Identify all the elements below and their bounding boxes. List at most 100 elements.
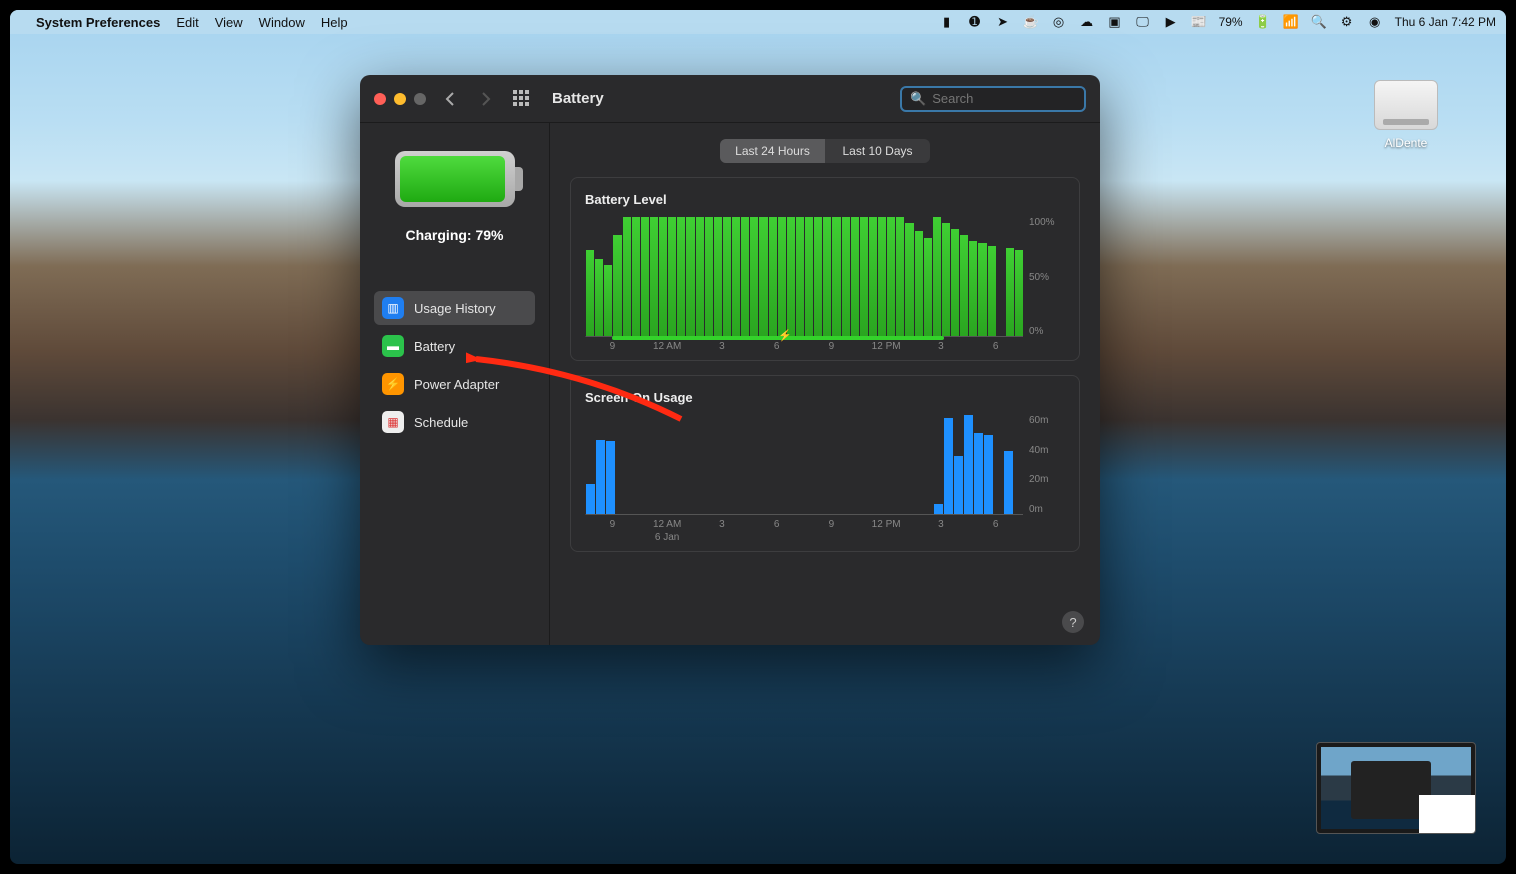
- wifi-icon[interactable]: 📶: [1283, 14, 1299, 30]
- forward-button: [474, 87, 498, 111]
- system-preferences-window: Battery 🔍 Charging: 79% ▥ Usage History: [360, 75, 1100, 645]
- minimize-window-button[interactable]: [394, 93, 406, 105]
- desktop-volume-icon[interactable]: AlDente: [1366, 80, 1446, 150]
- chart-bar: [951, 229, 959, 336]
- chart-bar: [769, 217, 777, 336]
- desktop-wallpaper: System Preferences Edit View Window Help…: [10, 10, 1506, 864]
- chart-bar: [832, 217, 840, 336]
- x-axis-tick: 9: [585, 519, 640, 543]
- y-axis-tick: 40m: [1029, 445, 1065, 456]
- battery-percent-label: 79%: [1219, 15, 1243, 29]
- y-axis-tick: 0%: [1029, 326, 1065, 337]
- disk-icon: [1374, 80, 1438, 130]
- menubar-app-name[interactable]: System Preferences: [36, 15, 160, 30]
- chart-bar: [732, 217, 740, 336]
- chart-bar: [696, 217, 704, 336]
- sidebar-item-label: Schedule: [414, 415, 468, 430]
- y-axis-tick: 0m: [1029, 504, 1065, 515]
- menubar-item-view[interactable]: View: [215, 15, 243, 30]
- chart-bar: [714, 217, 722, 336]
- menubar-extra-icon[interactable]: ☕: [1023, 14, 1039, 30]
- screen-mirror-icon[interactable]: ▣: [1107, 14, 1123, 30]
- battery-level-chart: ⚡ 100%50%0%: [585, 217, 1065, 337]
- zoom-window-button[interactable]: [414, 93, 426, 105]
- chart-bar: [586, 250, 594, 336]
- siri-icon[interactable]: ◉: [1367, 14, 1383, 30]
- pip-thumbnail[interactable]: [1316, 742, 1476, 834]
- chart-bar: [1015, 250, 1023, 336]
- chart-bar: [974, 433, 983, 514]
- chart-bar: [887, 217, 895, 336]
- sidebar-item-usage-history[interactable]: ▥ Usage History: [374, 291, 535, 325]
- chart-bar: [650, 217, 658, 336]
- chart-bar: [869, 217, 877, 336]
- menubar-item-window[interactable]: Window: [259, 15, 305, 30]
- search-icon: 🔍: [910, 91, 926, 107]
- control-center-icon[interactable]: ⚙: [1339, 14, 1355, 30]
- chart-bar: [905, 223, 913, 336]
- help-button[interactable]: ?: [1062, 611, 1084, 633]
- chart-bar: [705, 217, 713, 336]
- chart-bar: [632, 217, 640, 336]
- sidebar-item-schedule[interactable]: ▦ Schedule: [374, 405, 535, 439]
- chart-bar: [944, 418, 953, 514]
- menubar-extra-icon[interactable]: ☁: [1079, 14, 1095, 30]
- window-title: Battery: [552, 90, 604, 107]
- battery-large-icon: [395, 151, 515, 207]
- display-icon[interactable]: 🖵: [1135, 14, 1151, 30]
- chart-bar: [659, 217, 667, 336]
- x-axis-tick: 6: [749, 519, 804, 543]
- search-field[interactable]: 🔍: [900, 86, 1086, 112]
- calendar-icon: ▦: [382, 411, 404, 433]
- x-axis-tick: 3: [695, 519, 750, 543]
- chart-bar-icon: ▥: [382, 297, 404, 319]
- x-axis-tick: 3: [914, 519, 969, 543]
- segment-last-24-hours[interactable]: Last 24 Hours: [720, 139, 825, 163]
- menubar-extra-icon[interactable]: ◎: [1051, 14, 1067, 30]
- battery-level-panel: Battery Level ⚡ 100%50%0% 912 AM36912 PM…: [570, 177, 1080, 361]
- battery-level-title: Battery Level: [585, 192, 1065, 207]
- menubar-extra-icon[interactable]: 📰: [1191, 14, 1207, 30]
- battery-icon: ▬: [382, 335, 404, 357]
- notification-badge-icon[interactable]: ➊: [967, 14, 983, 30]
- chart-bar: [878, 217, 886, 336]
- x-axis-tick: 3: [914, 341, 969, 352]
- show-all-button[interactable]: [510, 87, 534, 111]
- battery-status-icon[interactable]: 🔋: [1255, 14, 1271, 30]
- x-axis-tick: 6: [968, 341, 1023, 352]
- time-range-segmented-control[interactable]: Last 24 Hours Last 10 Days: [720, 139, 930, 163]
- sidebar-item-power-adapter[interactable]: ⚡ Power Adapter: [374, 367, 535, 401]
- x-axis-tick: 9: [585, 341, 640, 352]
- segment-last-10-days[interactable]: Last 10 Days: [825, 139, 930, 163]
- chart-bar: [960, 235, 968, 336]
- sidebar-item-battery[interactable]: ▬ Battery: [374, 329, 535, 363]
- menubar-datetime[interactable]: Thu 6 Jan 7:42 PM: [1395, 15, 1496, 29]
- close-window-button[interactable]: [374, 93, 386, 105]
- menubar-item-help[interactable]: Help: [321, 15, 348, 30]
- chart-bar: [668, 217, 676, 336]
- chart-bar: [595, 259, 603, 336]
- now-playing-icon[interactable]: ▶: [1163, 14, 1179, 30]
- chart-bar: [969, 241, 977, 336]
- chart-bar: [741, 217, 749, 336]
- chart-bar: [984, 435, 993, 514]
- x-axis-tick: 9: [804, 341, 859, 352]
- x-axis-tick: 6: [968, 519, 1023, 543]
- menubar-extra-icon[interactable]: ➤: [995, 14, 1011, 30]
- menubar-item-edit[interactable]: Edit: [176, 15, 198, 30]
- search-input[interactable]: [932, 91, 1108, 106]
- sidebar-item-label: Power Adapter: [414, 377, 499, 392]
- chart-bar: [623, 217, 631, 336]
- chart-bar: [686, 217, 694, 336]
- chart-bar: [942, 223, 950, 336]
- screen-on-usage-title: Screen On Usage: [585, 390, 1065, 405]
- charging-status-label: Charging: 79%: [405, 227, 503, 243]
- chart-bar: [851, 217, 859, 336]
- x-axis-tick: 12 PM: [859, 341, 914, 352]
- menubar-extra-icon[interactable]: ▮: [939, 14, 955, 30]
- x-axis-tick: 6: [749, 341, 804, 352]
- spotlight-icon[interactable]: 🔍: [1311, 14, 1327, 30]
- chart-bar: [924, 238, 932, 336]
- chart-bar: [896, 217, 904, 336]
- back-button[interactable]: [438, 87, 462, 111]
